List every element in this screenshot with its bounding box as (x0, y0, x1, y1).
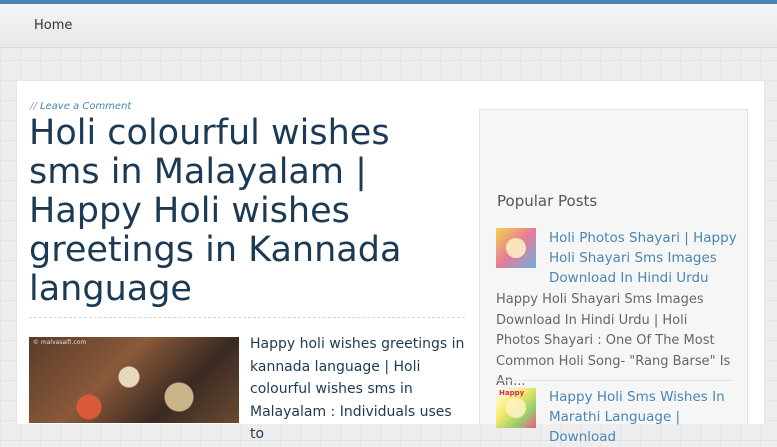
meta-prefix: // (30, 101, 37, 112)
thumbnail-figure (506, 238, 526, 258)
post-title[interactable]: Holi colourful wishes sms in Malayalam |… (29, 114, 449, 309)
thumbnail-watermark: © malvasaifi.com (33, 339, 87, 346)
leave-comment-link[interactable]: Leave a Comment (40, 101, 131, 112)
popular-post-link[interactable]: Holi Photos Shayari | Happy Holi Shayari… (549, 228, 739, 288)
nav-home-link[interactable]: Home (34, 18, 72, 33)
popular-post-excerpt: Happy Holi Shayari Sms Images Download I… (496, 292, 731, 389)
post-thumbnail-image[interactable]: © malvasaifi.com (29, 337, 239, 423)
popular-post-thumbnail[interactable]: Happy (496, 388, 536, 428)
post-excerpt: Happy holi wishes greetings in kannada l… (250, 336, 465, 442)
popular-post-thumbnail[interactable] (496, 228, 536, 268)
popular-post-separator (496, 380, 732, 381)
thumbnail-text: Happy (499, 389, 525, 397)
navigation-bar: Home (0, 4, 777, 48)
title-divider (29, 317, 465, 318)
thumbnail-figure (506, 398, 526, 418)
popular-post-link[interactable]: Happy Holi Sms Wishes In Marathi Languag… (549, 387, 739, 447)
post-meta: // Leave a Comment (30, 101, 131, 112)
popular-posts-heading: Popular Posts (497, 192, 598, 210)
